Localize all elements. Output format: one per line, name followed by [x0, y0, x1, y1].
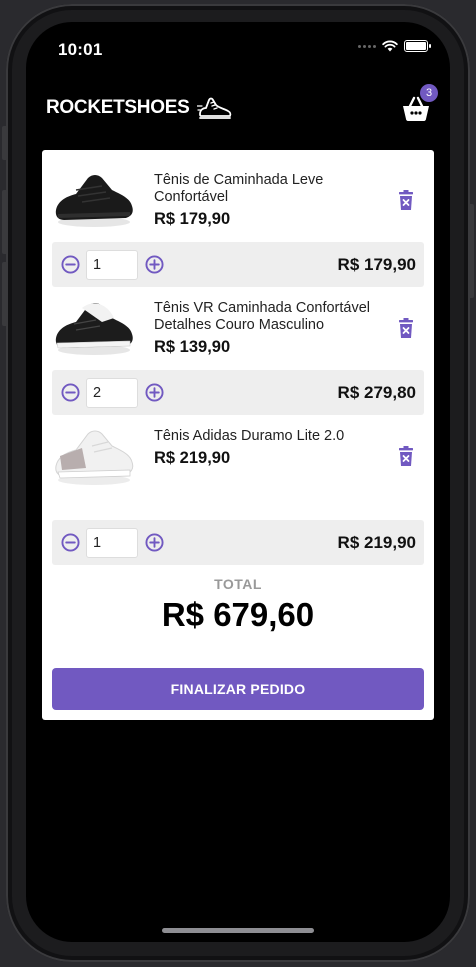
- item-subtotal: R$ 179,90: [337, 255, 416, 274]
- minus-circle-icon[interactable]: [61, 255, 80, 274]
- trash-icon[interactable]: [398, 446, 414, 466]
- quantity-input[interactable]: [86, 528, 138, 558]
- battery-icon: [404, 40, 431, 52]
- volume-up-button: [2, 190, 8, 254]
- item-subtotal: R$ 219,90: [337, 533, 416, 552]
- item-info: Tênis de Caminhada Leve Confortável R$ 1…: [154, 172, 384, 229]
- cart-item: Tênis VR Caminhada Confortável Detalhes …: [42, 278, 434, 415]
- product-image: [55, 303, 133, 355]
- cart-card: Tênis de Caminhada Leve Confortável R$ 1…: [42, 150, 434, 720]
- brand-logo[interactable]: ROCKETSHOES: [46, 94, 233, 122]
- item-title: Tênis VR Caminhada Confortável Detalhes …: [154, 300, 370, 333]
- app-screen: 10:01 ROCKETSHOES 3 Tênis de Caminhada L…: [26, 22, 450, 942]
- quantity-input[interactable]: [86, 250, 138, 280]
- minus-circle-icon[interactable]: [61, 533, 80, 552]
- trash-icon[interactable]: [398, 318, 414, 338]
- power-button: [468, 204, 474, 298]
- minus-circle-icon[interactable]: [61, 383, 80, 402]
- plus-circle-icon[interactable]: [145, 533, 164, 552]
- product-image: [55, 430, 134, 485]
- volume-down-button: [2, 262, 8, 326]
- status-time: 10:01: [58, 40, 103, 59]
- quantity-input[interactable]: [86, 378, 138, 408]
- total-value: R$ 679,60: [161, 596, 315, 633]
- item-price: R$ 139,90: [154, 338, 231, 356]
- item-info: Tênis VR Caminhada Confortável Detalhes …: [154, 300, 384, 357]
- item-price: R$ 179,90: [154, 210, 231, 228]
- app-header: ROCKETSHOES 3: [46, 84, 438, 128]
- total-label: TOTAL: [214, 576, 262, 592]
- shoe-logo-icon: [197, 97, 232, 119]
- home-indicator[interactable]: [162, 928, 314, 933]
- cart-button[interactable]: 3: [400, 84, 438, 122]
- cart-count-badge: 3: [420, 84, 438, 102]
- plus-circle-icon[interactable]: [145, 383, 164, 402]
- status-icons: [358, 40, 431, 52]
- brand-name: ROCKETSHOES: [46, 97, 190, 118]
- item-price: R$ 219,90: [154, 449, 231, 467]
- plus-circle-icon[interactable]: [145, 255, 164, 274]
- trash-icon[interactable]: [398, 190, 414, 210]
- wifi-icon: [382, 40, 398, 52]
- item-quantity-bar: R$ 219,90: [52, 520, 424, 565]
- cellular-signal-icon: [358, 44, 376, 48]
- cart-item: Tênis Adidas Duramo Lite 2.0 R$ 219,90 1…: [42, 406, 434, 565]
- item-title: Tênis Adidas Duramo Lite 2.0: [154, 428, 345, 444]
- product-image: [55, 175, 133, 227]
- item-subtotal: R$ 279,80: [337, 383, 416, 402]
- cart-item: Tênis de Caminhada Leve Confortável R$ 1…: [42, 150, 434, 287]
- checkout-button[interactable]: FINALIZAR PEDIDO: [52, 668, 424, 710]
- item-info: Tênis Adidas Duramo Lite 2.0 R$ 219,90: [154, 428, 384, 468]
- notch: [120, 22, 356, 58]
- mute-switch: [2, 126, 8, 160]
- item-title: Tênis de Caminhada Leve Confortável: [154, 172, 324, 205]
